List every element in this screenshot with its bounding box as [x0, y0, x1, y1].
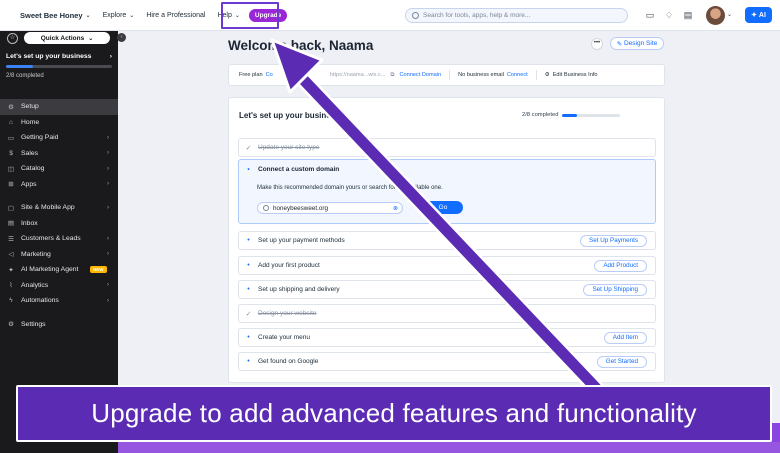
decorative-strip [772, 423, 780, 442]
caption-banner: Upgrade to add advanced features and fun… [16, 385, 772, 442]
